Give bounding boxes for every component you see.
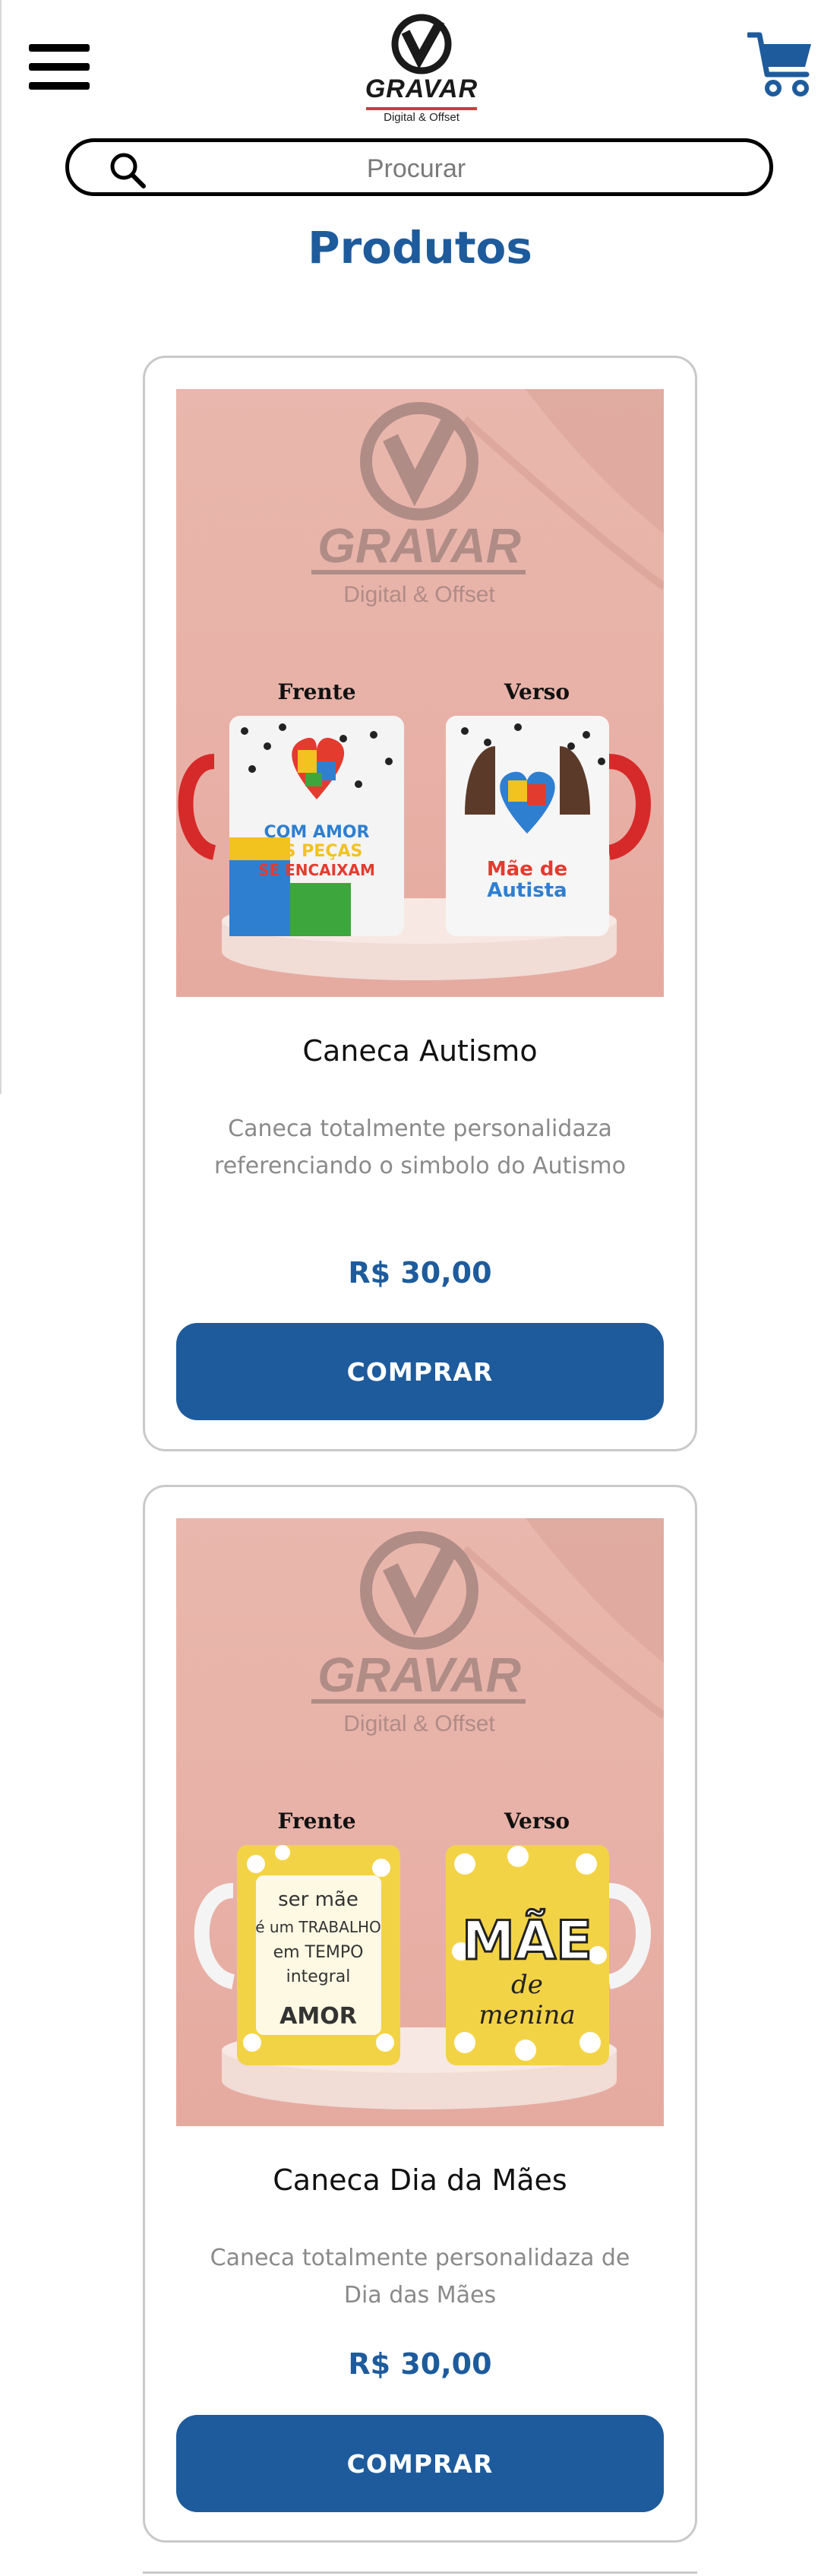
site-header: GRAVAR Digital & Offset: [0, 0, 840, 129]
site-logo[interactable]: GRAVAR Digital & Offset: [357, 11, 486, 124]
product-card: GRAVAR Digital & Offset Frente Verso COM…: [143, 356, 697, 1451]
logo-underline: [366, 107, 477, 110]
section-title: Produtos: [308, 222, 532, 274]
svg-text:AS PEÇAS: AS PEÇAS: [271, 842, 363, 861]
svg-text:Autista: Autista: [487, 879, 567, 902]
front-label: Frente: [277, 679, 355, 704]
svg-text:em TEMPO: em TEMPO: [273, 1943, 364, 1962]
next-card-edge: [143, 2571, 697, 2574]
svg-text:COM AMOR: COM AMOR: [264, 823, 370, 842]
product-image[interactable]: GRAVAR Digital & Offset Frente Verso COM…: [176, 389, 664, 997]
svg-text:Mãe de: Mãe de: [487, 858, 567, 881]
svg-text:SE ENCAIXAM: SE ENCAIXAM: [258, 861, 375, 879]
search-icon[interactable]: [107, 150, 148, 191]
menu-button[interactable]: [29, 44, 90, 90]
product-description: Caneca totalmente personalidaza referenc…: [214, 1116, 626, 1179]
buy-button[interactable]: COMPRAR: [176, 2415, 664, 2512]
watermark-logo-text: GRAVAR: [317, 1647, 521, 1702]
search-bar[interactable]: [65, 138, 773, 196]
logo-mark-icon: [391, 14, 452, 74]
back-label: Verso: [504, 1809, 570, 1834]
svg-text:AMOR: AMOR: [279, 2003, 357, 2030]
front-label: Frente: [277, 1809, 355, 1834]
watermark-subtitle: Digital & Offset: [343, 1711, 495, 1736]
product-description: Caneca totalmente personalidaza de Dia d…: [210, 2245, 630, 2309]
product-image[interactable]: GRAVAR Digital & Offset Frente Verso ser…: [176, 1518, 664, 2126]
logo-text: GRAVAR: [365, 74, 478, 103]
watermark-logo-text: GRAVAR: [317, 518, 521, 573]
product-name[interactable]: Caneca Autismo: [145, 1034, 695, 1068]
mug-photo: GRAVAR Digital & Offset Frente Verso COM…: [178, 389, 664, 980]
product-price: R$ 30,00: [348, 2347, 492, 2381]
back-label: Verso: [504, 679, 570, 704]
page-edge: [0, 0, 2, 1094]
mug-photo: GRAVAR Digital & Offset Frente Verso ser…: [194, 1518, 664, 2109]
product-name[interactable]: Caneca Dia da Mães: [145, 2163, 695, 2197]
hamburger-menu-icon: [29, 82, 90, 90]
watermark-subtitle: Digital & Offset: [343, 582, 495, 607]
cart-button[interactable]: [746, 30, 814, 100]
shopping-cart-icon: [746, 32, 811, 97]
search-input[interactable]: [168, 148, 665, 189]
logo-subtitle: Digital & Offset: [384, 111, 459, 124]
hamburger-menu-icon: [29, 63, 90, 71]
svg-text:menina: menina: [478, 2000, 575, 2030]
svg-text:integral: integral: [286, 1967, 351, 1986]
product-price: R$ 30,00: [348, 1256, 492, 1290]
product-card: GRAVAR Digital & Offset Frente Verso ser…: [143, 1485, 697, 2543]
svg-text:de: de: [511, 1970, 543, 2000]
svg-text:ser mãe: ser mãe: [278, 1888, 358, 1911]
hamburger-menu-icon: [29, 44, 90, 52]
buy-button[interactable]: COMPRAR: [176, 1323, 664, 1420]
svg-text:MÃE: MÃE: [462, 1910, 592, 1972]
svg-text:é um TRABALHO: é um TRABALHO: [255, 1918, 381, 1936]
